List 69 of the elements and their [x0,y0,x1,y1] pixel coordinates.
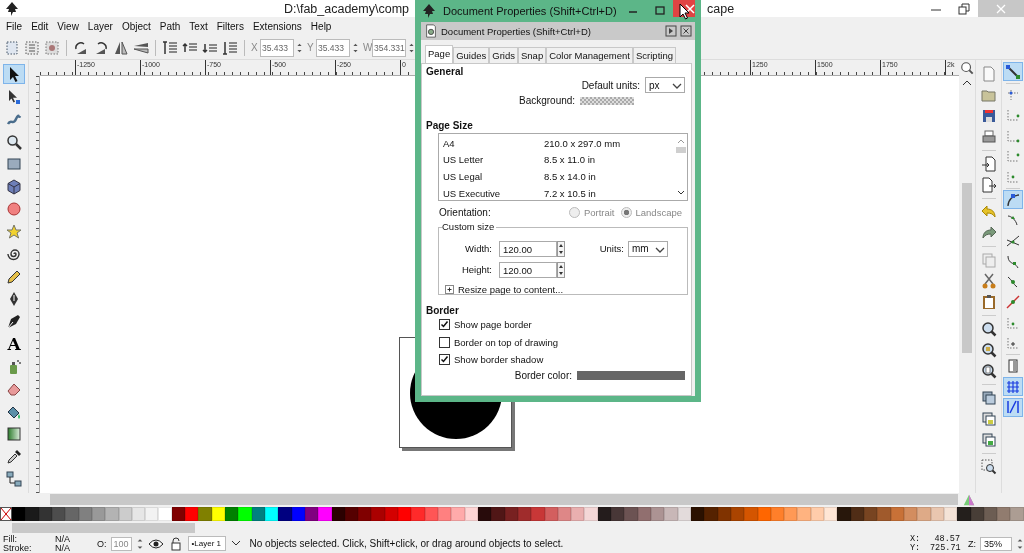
list-cell-text: A4 [443,137,456,149]
section-heading: Page Size [426,120,474,131]
zoom-label: Z: [968,538,976,549]
coord-value: 48.57 [933,534,960,544]
menu-item[interactable]: View [57,21,79,32]
coord-label: Y: [910,543,922,553]
list-cell: 8.5 x 14.0 in [544,171,596,182]
tab[interactable]: Guides [453,47,490,63]
field-label: Y [307,42,314,53]
menu-item[interactable]: Edit [31,21,49,32]
window-title: cape [707,1,735,16]
panel-title: Document Properties (Shift+Ctrl+D) [441,25,591,37]
number-field[interactable]: 120.00 [499,240,557,257]
number-field[interactable]: 35.433 [316,38,350,57]
field-label: Background: [519,95,576,106]
coord-value: 725.71 [930,543,960,553]
menu-item[interactable]: Extensions [252,21,302,32]
expander-label[interactable]: Resize page to content... [458,283,564,295]
coord-label: X: [910,534,922,544]
list-cell-text: US Executive [443,187,502,199]
tab[interactable]: Grids [489,47,518,63]
field-label: Height: [460,264,493,275]
menu-item[interactable]: File [6,21,23,32]
menu-item[interactable]: Layer [87,21,113,32]
checkbox-label[interactable]: Show page border [454,319,532,331]
dropdown-value: px [649,79,660,91]
tab[interactable]: Page [425,45,454,63]
field-label: Border color: [514,369,572,381]
tab[interactable]: Scripting [633,47,676,63]
window-title: D:\fab_academy\comp [282,1,410,16]
list-cell-text: US Legal [443,171,484,182]
field-label: Width: [464,243,493,254]
opacity-label: O: [97,538,107,549]
stroke-value: N/A [55,543,71,553]
group-title: Custom size [442,221,497,232]
menu-item[interactable]: Text [189,21,208,32]
menu-item[interactable]: Path [159,21,181,32]
fill-value: N/A [55,534,71,544]
list-cell: 8.5 x 11.0 in [544,154,596,166]
dialog-title: Document Properties (Shift+Ctrl+D) [443,5,617,17]
units-dropdown[interactable]: px [645,77,685,93]
list-cell: 7.2 x 10.5 in [544,187,596,199]
field-label: X [251,42,258,53]
layer-dropdown[interactable]: •Layer 1 [187,536,226,551]
status-message: No objects selected. Click, Shift+click, or drag around objects to select. [249,538,564,549]
menu-item[interactable]: Help [310,21,332,32]
list-cell-text: US Letter [443,154,485,166]
opacity-field[interactable]: 100 [110,536,132,551]
number-field[interactable]: 35.433 [260,38,294,57]
units-dropdown[interactable]: mm [628,240,668,257]
field-label: W [363,42,370,53]
section-heading: Border [426,305,460,316]
field-label: Units: [598,243,625,254]
zoom-field[interactable]: 35% [980,536,1012,551]
tab[interactable]: Color Management [546,47,633,63]
number-field[interactable]: 120.00 [499,261,557,278]
fill-label: Fill: [3,534,18,544]
section-heading: General [426,66,465,77]
number-field[interactable]: 354.331 [372,38,406,57]
checkbox-label[interactable]: Show border shadow [454,354,544,366]
stroke-label: Stroke: [3,543,33,553]
list-cell: 210.0 x 297.0 mm [544,137,621,149]
dropdown-value: mm [632,243,649,254]
field-label: Orientation: [439,207,491,218]
checkbox-label[interactable]: Border on top of drawing [454,336,559,348]
tab[interactable]: Snap [518,47,547,63]
field-label: Default units: [581,79,640,91]
menu-item[interactable]: Object [121,21,151,32]
menu-item[interactable]: Filters [216,21,244,32]
